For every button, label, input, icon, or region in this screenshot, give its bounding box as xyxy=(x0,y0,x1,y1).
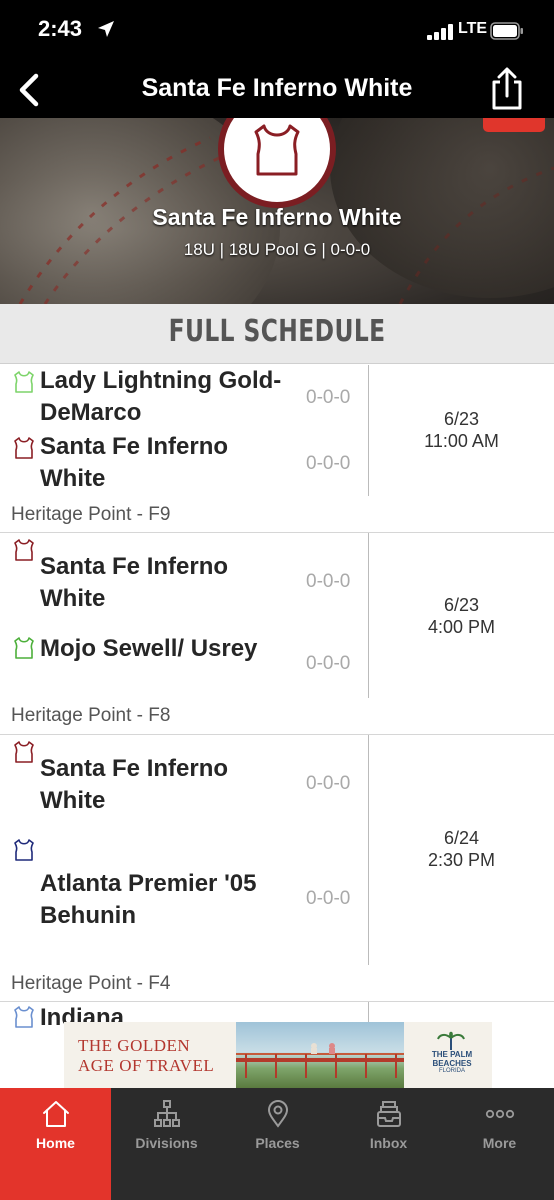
jersey-icon xyxy=(14,1006,34,1028)
follow-badge[interactable] xyxy=(483,118,545,132)
game-venue[interactable]: Heritage Point - F9 xyxy=(11,504,170,526)
tab-label: Divisions xyxy=(135,1135,198,1151)
ad-brand-sub: FLORIDA xyxy=(438,1068,465,1074)
tab-label: Places xyxy=(255,1135,300,1151)
team-header-banner: Santa Fe Inferno White 18U | 18U Pool G … xyxy=(0,118,554,304)
tab-inbox[interactable]: Inbox xyxy=(333,1088,444,1200)
game-time: 2:30 PM xyxy=(427,850,496,870)
team-name: Santa Fe Inferno White xyxy=(152,204,402,230)
team-record: 0-0-0 xyxy=(306,571,351,592)
jersey-icon xyxy=(14,637,34,659)
ad-line-2: AGE OF TRAVEL xyxy=(78,1056,215,1075)
team-name[interactable]: Mojo Sewell/ Usrey xyxy=(40,633,290,665)
network-label: LTE xyxy=(458,20,488,37)
palm-tree-icon xyxy=(437,1031,465,1050)
bracket-icon xyxy=(154,1100,180,1127)
tab-home[interactable]: Home xyxy=(0,1088,111,1200)
tab-label: More xyxy=(482,1135,517,1151)
bridge-illustration xyxy=(236,1043,404,1078)
team-name[interactable]: Lady Lightning Gold-DeMarco xyxy=(40,365,290,429)
tab-label: Inbox xyxy=(369,1135,408,1151)
jersey-icon xyxy=(254,124,300,176)
tab-divisions[interactable]: Divisions xyxy=(111,1088,222,1200)
team-record: 0-0-0 xyxy=(306,453,351,474)
tab-more[interactable]: More xyxy=(444,1088,554,1200)
game-card[interactable]: Santa Fe Inferno White 0-0-0 Mojo Sewell… xyxy=(0,533,554,735)
more-dots-icon xyxy=(485,1109,515,1119)
ad-line-1: THE GOLDEN xyxy=(78,1036,191,1055)
team-meta: 18U | 18U Pool G | 0-0-0 xyxy=(183,240,371,259)
team-name[interactable]: Santa Fe Inferno White xyxy=(40,551,290,615)
game-time: 11:00 AM xyxy=(424,431,499,451)
schedule-title: FULL SCHEDULE xyxy=(168,314,386,349)
game-date: 6/24 xyxy=(443,828,480,848)
signal-icon xyxy=(427,24,453,40)
location-arrow-icon xyxy=(98,21,114,37)
ad-banner[interactable]: THE GOLDEN AGE OF TRAVEL THE PALM BEACHE… xyxy=(64,1022,492,1088)
game-date: 6/23 xyxy=(443,595,480,615)
jersey-icon xyxy=(14,371,34,393)
status-time: 2:43 xyxy=(38,16,83,41)
status-bar: 2:43 LTE xyxy=(0,0,554,62)
map-pin-icon xyxy=(267,1100,289,1128)
share-icon[interactable] xyxy=(488,66,526,112)
game-time: 4:00 PM xyxy=(427,617,496,637)
jersey-icon xyxy=(14,741,34,763)
team-record: 0-0-0 xyxy=(306,387,351,408)
nav-bar: Santa Fe Inferno White xyxy=(0,62,554,118)
schedule-header: FULL SCHEDULE xyxy=(0,304,554,364)
team-name[interactable]: Santa Fe Inferno White xyxy=(40,753,290,817)
game-card[interactable]: Lady Lightning Gold-DeMarco 0-0-0 Santa … xyxy=(0,365,554,533)
team-record: 0-0-0 xyxy=(306,773,351,794)
inbox-icon xyxy=(377,1101,401,1127)
game-date: 6/23 xyxy=(443,409,480,429)
team-record: 0-0-0 xyxy=(306,888,351,909)
team-name[interactable]: Atlanta Premier '05 Behunin xyxy=(40,868,290,932)
game-venue[interactable]: Heritage Point - F4 xyxy=(11,973,170,995)
battery-icon xyxy=(490,22,523,40)
tab-bar: Home Divisions Places Inbox More xyxy=(0,1088,554,1200)
jersey-icon xyxy=(14,437,34,459)
team-name[interactable]: Santa Fe Inferno White xyxy=(40,431,290,495)
team-record: 0-0-0 xyxy=(306,653,351,674)
ad-brand: THE PALM BEACHES xyxy=(431,1050,473,1068)
ad-headline: THE GOLDEN AGE OF TRAVEL xyxy=(78,1036,214,1076)
tab-places[interactable]: Places xyxy=(222,1088,333,1200)
page-title: Santa Fe Inferno White xyxy=(141,74,413,102)
game-venue[interactable]: Heritage Point - F8 xyxy=(11,705,170,727)
game-card[interactable]: Santa Fe Inferno White 0-0-0 Atlanta Pre… xyxy=(0,735,554,1002)
jersey-icon xyxy=(14,839,34,861)
jersey-icon xyxy=(14,539,34,561)
home-icon xyxy=(43,1101,69,1127)
tab-label: Home xyxy=(36,1135,75,1151)
